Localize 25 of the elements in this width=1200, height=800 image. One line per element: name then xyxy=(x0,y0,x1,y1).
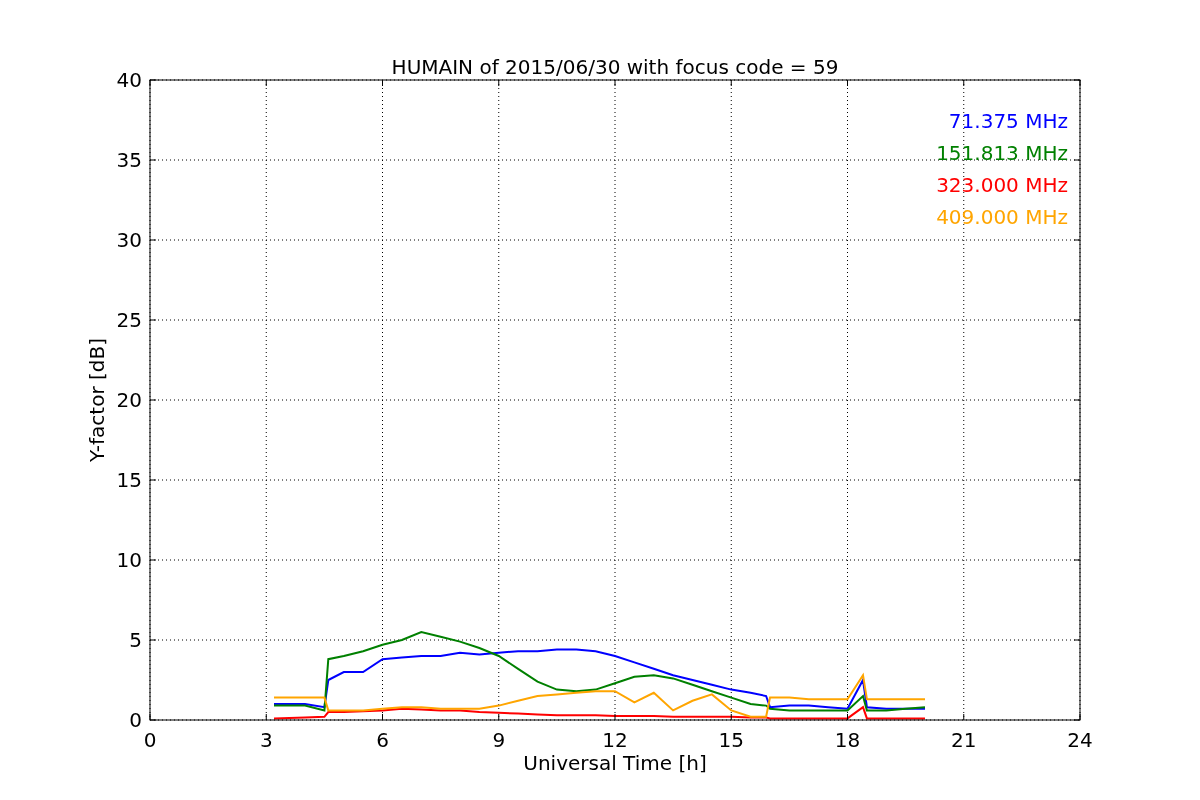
y-axis-label: Y-factor [dB] xyxy=(85,338,109,462)
x-tick-label: 21 xyxy=(951,728,977,752)
y-tick-label: 15 xyxy=(116,468,142,492)
y-tick-label: 0 xyxy=(129,708,142,732)
y-tick-label: 10 xyxy=(116,548,142,572)
x-axis-label: Universal Time [h] xyxy=(523,751,707,775)
chart-title: HUMAIN of 2015/06/30 with focus code = 59 xyxy=(391,55,839,79)
legend-label: 323.000 MHz xyxy=(936,173,1068,197)
y-tick-label: 40 xyxy=(116,68,142,92)
x-tick-label: 18 xyxy=(834,728,861,752)
x-tick-label: 9 xyxy=(492,728,506,752)
legend-label: 71.375 MHz xyxy=(948,109,1068,133)
y-tick-label: 25 xyxy=(116,308,142,332)
x-tick-label: 0 xyxy=(143,728,157,752)
y-tick-label: 35 xyxy=(116,148,142,172)
legend-label: 151.813 MHz xyxy=(936,141,1068,165)
y-tick-label: 5 xyxy=(129,628,142,652)
x-tick-label: 15 xyxy=(718,728,744,752)
x-tick-label: 6 xyxy=(376,728,389,752)
y-tick-label: 30 xyxy=(116,228,142,252)
x-tick-label: 3 xyxy=(259,728,273,752)
x-tick-label: 12 xyxy=(602,728,628,752)
x-tick-label: 24 xyxy=(1067,728,1093,752)
y-tick-label: 20 xyxy=(116,388,142,412)
legend-label: 409.000 MHz xyxy=(936,205,1068,229)
